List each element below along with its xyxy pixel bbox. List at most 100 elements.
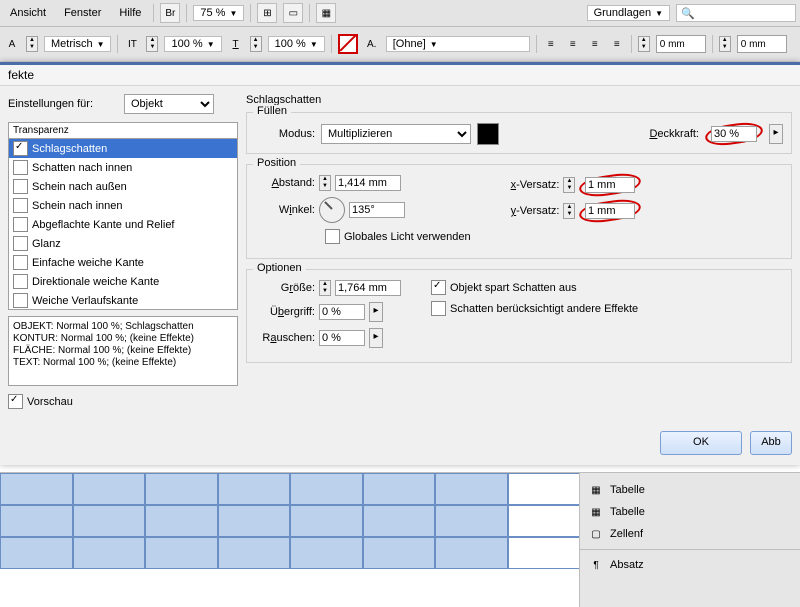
xoffset-highlight — [578, 171, 642, 199]
fill-group: Füllen Modus: Multiplizieren Deckkraft: … — [246, 112, 792, 154]
right-panel: ▦Tabelle ▦Tabelle ▢Zellenf ¶Absatz — [579, 472, 800, 607]
screen-mode-icon[interactable]: ▭ — [283, 3, 303, 23]
winkel-input[interactable] — [349, 202, 405, 218]
xoffset-label: x-Versatz: — [511, 179, 560, 191]
effect-gradient-feather[interactable]: Weiche Verlaufskante — [9, 291, 237, 310]
size-label: Größe: — [255, 282, 315, 294]
indent-right-input[interactable]: 0 mm — [737, 35, 787, 53]
separator — [153, 4, 154, 22]
view-options-icon[interactable]: ⊞ — [257, 3, 277, 23]
kerning-select[interactable]: Metrisch▼ — [44, 36, 111, 52]
effect-basic-feather[interactable]: Einfache weiche Kante — [9, 253, 237, 272]
abstand-spinner[interactable]: ▲▼ — [319, 175, 331, 191]
honors-label: Schatten berücksichtigt andere Effekte — [450, 303, 638, 315]
vscale-input[interactable]: 100 %▼ — [164, 36, 221, 52]
mode-select[interactable]: Multiplizieren — [321, 124, 471, 144]
yoffset-spinner[interactable]: ▲▼ — [563, 203, 575, 219]
noise-label: Rauschen: — [255, 332, 315, 344]
opacity-input[interactable] — [711, 126, 757, 142]
dialog-left-pane: Einstellungen für: Objekt Transparenz Sc… — [8, 94, 238, 409]
effect-directional-feather[interactable]: Direktionale weiche Kante — [9, 272, 237, 291]
bridge-icon[interactable]: Br — [160, 3, 180, 23]
winkel-label: Winkel: — [255, 204, 315, 216]
yoffset-input[interactable] — [585, 203, 635, 219]
search-field[interactable]: 🔍 — [676, 4, 796, 22]
fill-stroke-swatch[interactable] — [338, 34, 358, 54]
separator — [309, 4, 310, 22]
app-menu-bar: Ansicht Fenster Hilfe Br 75 %▼ ⊞ ▭ ▦ Gru… — [0, 0, 800, 27]
preview-label: Vorschau — [27, 396, 73, 408]
effect-schlagschatten[interactable]: Schlagschatten — [9, 139, 237, 158]
charstyle-select[interactable]: [Ohne]▼ — [386, 36, 530, 52]
opacity-highlight — [704, 120, 764, 148]
honors-checkbox[interactable] — [431, 301, 446, 316]
char-panel-icon[interactable]: A — [4, 36, 20, 52]
global-light-label: Globales Licht verwenden — [344, 231, 471, 243]
kerning-spinner[interactable]: ▲▼ — [26, 36, 38, 52]
mode-label: Modus: — [255, 128, 315, 140]
position-group: Position Abstand: ▲▼ Winkel: — [246, 164, 792, 259]
zoom-level[interactable]: 75 %▼ — [193, 5, 244, 21]
effect-schein-innen[interactable]: Schein nach innen — [9, 196, 237, 215]
ok-button[interactable]: OK — [660, 431, 742, 455]
noise-input[interactable] — [319, 330, 365, 346]
aligncenter-icon[interactable]: ≡ — [565, 36, 581, 52]
settings-for-select[interactable]: Objekt — [124, 94, 214, 114]
indent-left-input[interactable]: 0 mm — [656, 35, 706, 53]
charstyle-icon: A. — [364, 36, 380, 52]
knockout-checkbox[interactable] — [431, 280, 446, 295]
separator — [250, 4, 251, 22]
knockout-label: Objekt spart Schatten aus — [450, 282, 577, 294]
effect-bevel[interactable]: Abgeflachte Kante und Relief — [9, 215, 237, 234]
summary-box: OBJEKT: Normal 100 %; Schlagschatten KON… — [8, 316, 238, 386]
control-bar: A ▲▼ Metrisch▼ IT ▲▼ 100 %▼ T ▲▼ 100 %▼ … — [0, 27, 800, 62]
panel-item-paragraph[interactable]: ¶Absatz — [580, 554, 800, 576]
arrange-docs-icon[interactable]: ▦ — [316, 3, 336, 23]
abstand-input[interactable] — [335, 175, 401, 191]
workspace-switcher[interactable]: Grundlagen▼ — [587, 5, 670, 21]
settings-for-label: Einstellungen für: — [8, 98, 118, 110]
effect-schein-aussen[interactable]: Schein nach außen — [9, 177, 237, 196]
hscale-icon: T — [228, 36, 244, 52]
search-icon: 🔍 — [681, 7, 695, 20]
separator — [186, 4, 187, 22]
effect-list[interactable]: Schlagschatten Schatten nach innen Schei… — [8, 138, 238, 310]
menu-fenster[interactable]: Fenster — [58, 7, 107, 19]
opacity-label: Deckkraft: — [649, 128, 699, 140]
panel-item-cell[interactable]: ▢Zellenf — [580, 523, 800, 545]
size-input[interactable] — [335, 280, 401, 296]
alignleft-icon[interactable]: ≡ — [543, 36, 559, 52]
list-header: Transparenz — [8, 122, 238, 138]
dialog-right-pane: Schlagschatten Füllen Modus: Multiplizie… — [246, 94, 792, 409]
document-canvas[interactable] — [0, 472, 580, 601]
xoffset-input[interactable] — [585, 177, 635, 193]
spread-input[interactable] — [319, 304, 365, 320]
angle-dial[interactable] — [319, 197, 345, 223]
vscale-icon: IT — [124, 36, 140, 52]
menu-ansicht[interactable]: Ansicht — [4, 7, 52, 19]
opacity-arrow[interactable]: ▸ — [769, 124, 783, 144]
cell-icon: ▢ — [588, 526, 604, 542]
justify-icon[interactable]: ≡ — [609, 36, 625, 52]
hscale-input[interactable]: 100 %▼ — [268, 36, 325, 52]
effect-satin[interactable]: Glanz — [9, 234, 237, 253]
right-heading: Schlagschatten — [246, 94, 792, 106]
table-icon: ▦ — [588, 482, 604, 498]
preview-checkbox[interactable] — [8, 394, 23, 409]
xoffset-spinner[interactable]: ▲▼ — [563, 177, 575, 193]
effects-dialog: fekte Einstellungen für: Objekt Transpar… — [0, 62, 800, 465]
alignright-icon[interactable]: ≡ — [587, 36, 603, 52]
effect-schatten-innen[interactable]: Schatten nach innen — [9, 158, 237, 177]
cancel-button[interactable]: Abb — [750, 431, 792, 455]
yoffset-highlight — [578, 197, 642, 225]
global-light-checkbox[interactable] — [325, 229, 340, 244]
menu-hilfe[interactable]: Hilfe — [113, 7, 147, 19]
table-icon: ▦ — [588, 504, 604, 520]
dialog-title: fekte — [0, 65, 800, 86]
abstand-label: Abstand: — [255, 177, 315, 189]
panel-item-table1[interactable]: ▦Tabelle — [580, 479, 800, 501]
yoffset-label: y-Versatz: — [511, 205, 560, 217]
color-swatch[interactable] — [477, 123, 499, 145]
panel-item-table2[interactable]: ▦Tabelle — [580, 501, 800, 523]
paragraph-icon: ¶ — [588, 557, 604, 573]
